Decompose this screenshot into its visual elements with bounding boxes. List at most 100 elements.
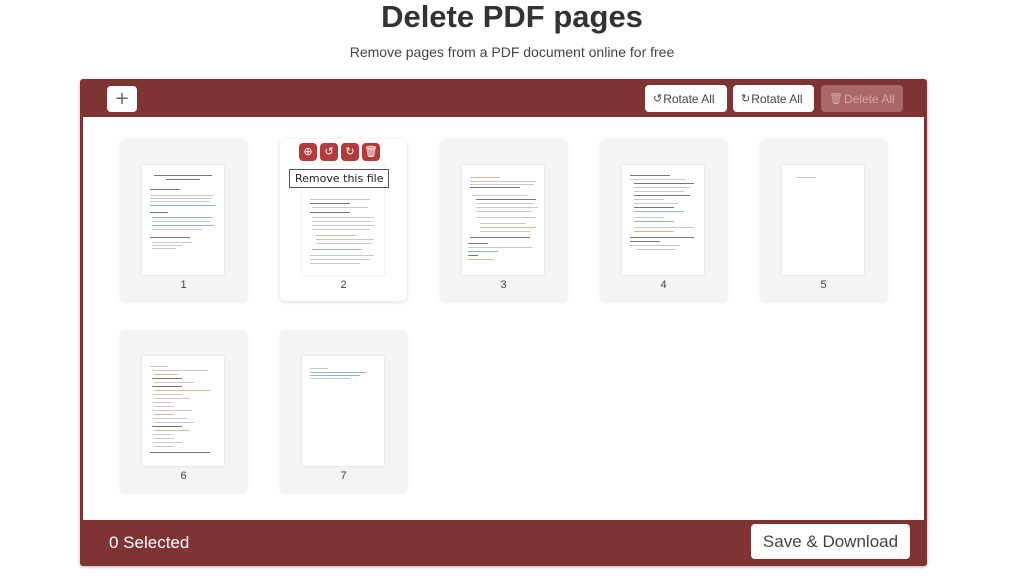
thumbnail-text-line (634, 231, 674, 232)
thumbnail-text-line (630, 241, 660, 242)
page-thumbnail (462, 165, 544, 275)
thumbnail-text-line (316, 243, 372, 244)
thumbnail-text-line (476, 203, 534, 204)
page-number: 1 (180, 279, 187, 291)
thumbnail-text-line (150, 201, 210, 202)
rotate-all-left-label: Rotate All (663, 91, 715, 106)
thumbnail-text-line (150, 366, 168, 367)
thumbnail-text-line (476, 199, 536, 200)
rotate-left-icon: ↺ (653, 92, 663, 105)
rotate-right-button[interactable]: ↻ (341, 143, 359, 161)
thumbnail-text-line (310, 259, 370, 260)
thumbnail-text-line (634, 183, 694, 184)
thumbnail-text-line (476, 211, 532, 212)
thumbnail-text-line (152, 378, 182, 379)
page-thumbnail (142, 356, 224, 466)
selected-count: 0 Selected (109, 533, 190, 552)
thumbnail-text-line (154, 422, 194, 423)
thumbnail-text-line (468, 259, 494, 260)
thumbnail-text-line (470, 181, 536, 182)
thumbnail-text-line (630, 175, 670, 176)
thumbnail-text-line (630, 179, 686, 180)
page-number: 2 (340, 279, 347, 291)
zoom-button[interactable]: ⊕ (299, 143, 317, 161)
thumbnail-text-line (312, 225, 374, 226)
thumbnail-text-line (634, 187, 690, 188)
thumbnail-text-line (310, 255, 374, 256)
thumbnail-text-line (152, 410, 192, 411)
thumbnail-text-line (630, 245, 680, 246)
delete-all-label: Delete All (843, 91, 895, 106)
thumbnail-text-line (480, 231, 530, 232)
rotate-left-button[interactable]: ↺ (320, 143, 338, 161)
page-number: 7 (340, 470, 347, 482)
thumbnail-text-line (152, 370, 208, 371)
thumbnail-text-line (470, 187, 520, 188)
page-card[interactable]: 7 (280, 330, 407, 492)
thumbnail-text-line (150, 212, 168, 213)
thumbnail-text-line (480, 227, 536, 228)
thumbnail-text-line (152, 225, 214, 226)
page-card[interactable]: 5 (760, 139, 887, 301)
thumbnail-text-line (150, 195, 214, 196)
thumbnail-text-line (634, 203, 678, 204)
rotate-all-right-label: Rotate All (751, 91, 803, 106)
thumbnail-text-line (152, 426, 182, 427)
thumbnail-text-line (154, 446, 174, 447)
thumbnail-text-line (312, 221, 372, 222)
page-number: 3 (500, 279, 507, 291)
thumbnail-text-line (634, 227, 694, 228)
thumbnail-text-line (166, 179, 200, 180)
thumbnail-text-line (152, 229, 202, 230)
page-number: 4 (660, 279, 667, 291)
thumbnail-text-line (310, 203, 350, 204)
toolbar: + ↺ Rotate All ↻ Rotate All 🗑 Delete All (80, 79, 927, 117)
thumbnail-text-line (152, 245, 182, 246)
thumbnail-text-line (154, 406, 174, 407)
thumbnail-text-line (310, 212, 350, 213)
thumbnail-text-line (310, 378, 350, 379)
thumbnail-text-line (470, 184, 534, 185)
thumbnail-text-line (468, 251, 498, 252)
page-card[interactable]: 4 (600, 139, 727, 301)
thumbnail-text-line (154, 175, 212, 176)
page-number: 5 (820, 279, 827, 291)
thumbnail-text-line (310, 368, 328, 369)
thumbnail-text-line (316, 235, 356, 236)
thumbnail-text-line (152, 217, 212, 218)
thumbnail-text-line (150, 189, 180, 190)
thumbnail-text-line (152, 221, 210, 222)
delete-page-button[interactable]: 🗑 (362, 143, 380, 161)
thumbnail-text-line (152, 418, 188, 419)
thumbnail-text-line (150, 198, 212, 199)
thumbnail-text-line (634, 221, 674, 222)
rotate-all-left-button[interactable]: ↺ Rotate All (645, 85, 727, 112)
thumbnail-text-line (634, 199, 664, 200)
rotate-all-right-button[interactable]: ↻ Rotate All (733, 85, 814, 112)
thumbnail-text-line (312, 207, 368, 208)
thumbnail-text-line (630, 237, 694, 238)
delete-all-button[interactable]: 🗑 Delete All (821, 85, 903, 112)
add-file-button[interactable]: + (107, 86, 137, 112)
page-thumbnail (782, 165, 864, 275)
thumbnail-text-line (480, 223, 526, 224)
editor-panel: + ↺ Rotate All ↻ Rotate All 🗑 Delete All… (80, 79, 927, 566)
thumbnail-text-line (468, 243, 488, 244)
rotate-right-icon: ↻ (741, 92, 751, 105)
thumbnail-text-line (154, 414, 174, 415)
save-download-button[interactable]: Save & Download (751, 524, 910, 559)
page-card[interactable]: 3 (440, 139, 567, 301)
thumbnail-text-line (636, 249, 676, 250)
thumbnail-text-line (312, 217, 374, 218)
page-number: 6 (180, 470, 187, 482)
thumbnail-text-line (310, 372, 366, 373)
pages-grid: 1 2 ⊕ ↺ ↻ 🗑 Remove this file 3 4 5 6 7 (83, 117, 924, 520)
thumbnail-text-line (154, 430, 190, 431)
thumbnail-text-line (150, 205, 216, 206)
page-card[interactable]: 6 (120, 330, 247, 492)
page-card[interactable]: 1 (120, 139, 247, 301)
thumbnail-text-line (634, 195, 690, 196)
thumbnail-text-line (154, 390, 210, 391)
thumbnail-text-line (310, 199, 370, 200)
page-card[interactable]: 2 ⊕ ↺ ↻ 🗑 Remove this file (280, 139, 407, 301)
